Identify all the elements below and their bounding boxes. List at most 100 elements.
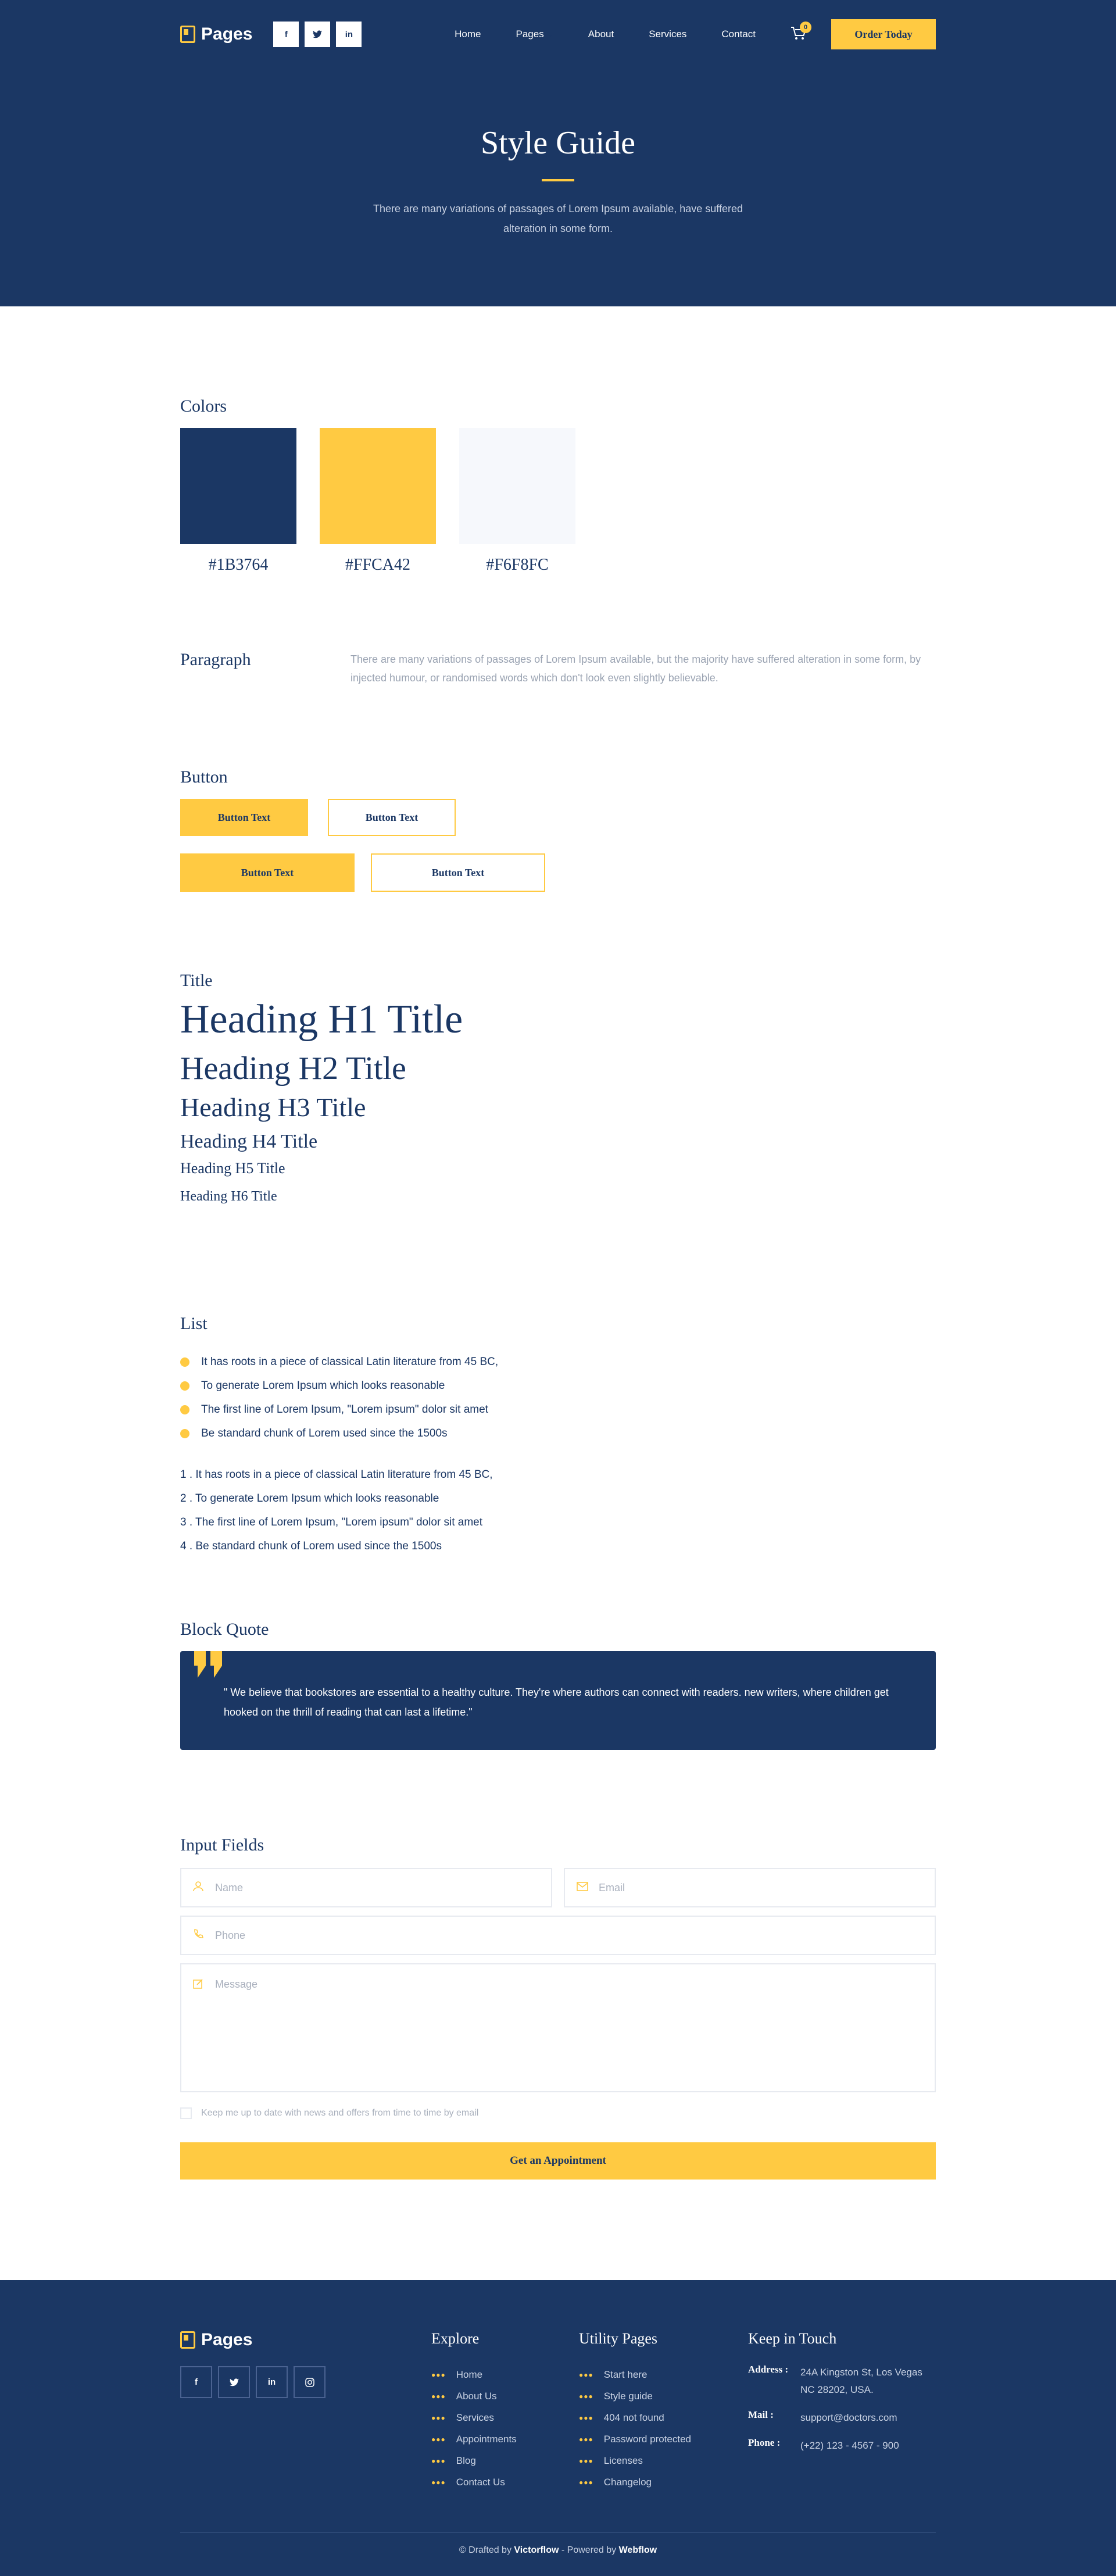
heading-h2: Heading H2 Title [180,1051,406,1087]
footer-link-label: Appointments [456,2433,517,2445]
name-placeholder: Name [215,1881,244,1893]
primary-button-large[interactable]: Button Text [180,853,355,892]
swatch-label: #F6F8FC [486,556,549,574]
footer-link[interactable]: ●●● Home [431,2364,517,2385]
facebook-icon[interactable]: f [273,22,299,47]
footer-link-label: Blog [456,2454,476,2466]
hero-section: Pages f in Home Pages ⌄ About Services Co… [0,0,1116,306]
logo-text: Pages [201,24,253,44]
instagram-icon[interactable] [294,2366,326,2398]
swatch-label: #1B3764 [208,556,269,574]
dots-icon: ●●● [579,2370,593,2379]
mail-value[interactable]: support@doctors.com [800,2409,934,2427]
heading-h5: Heading H5 Title [180,1160,285,1177]
list-section: List It has roots in a piece of classica… [180,1314,498,1564]
list-item: 2 . To generate Lorem Ipsum which looks … [180,1492,439,1505]
linkedin-icon[interactable]: in [256,2366,288,2398]
swatch-accent: #FFCA42 [320,428,436,574]
footer-link[interactable]: ●●● Style guide [579,2385,691,2407]
list-item: The first line of Lorem Ipsum, "Lorem ip… [180,1398,498,1421]
list-item-text: The first line of Lorem Ipsum, "Lorem ip… [201,1403,488,1416]
facebook-icon[interactable]: f [180,2366,212,2398]
list-item: Be standard chunk of Lorem used since th… [180,1421,498,1445]
linkedin-icon[interactable]: in [336,22,362,47]
typography-section: Title Heading H1 Title Heading H2 Title … [180,971,463,1205]
email-field[interactable]: Email [564,1868,936,1907]
cart-count-badge: 0 [800,22,811,33]
heading-h1: Heading H1 Title [180,997,463,1042]
list-item-text: To generate Lorem Ipsum which looks reas… [201,1379,445,1392]
outline-button-large[interactable]: Button Text [371,853,545,892]
footer-link-label: 404 not found [603,2411,664,2423]
list-item: It has roots in a piece of classical Lat… [180,1350,498,1374]
phone-value[interactable]: (+22) 123 - 4567 - 900 [800,2437,934,2454]
logo[interactable]: Pages [180,24,252,44]
buttons-section: Button Button Text Button Text Button Te… [180,767,545,892]
footer-link[interactable]: ●●● Changelog [579,2471,691,2493]
phone-label: Phone : [748,2437,781,2448]
footer-link[interactable]: ●●● Services [431,2407,517,2428]
footer-utility: Utility Pages ●●● Start here ●●● Style gui… [579,2330,691,2493]
bullet-list: It has roots in a piece of classical Lat… [180,1350,498,1445]
primary-button-small[interactable]: Button Text [180,799,308,836]
checkbox[interactable] [180,2107,192,2119]
newsletter-checkbox[interactable]: Keep me up to date with news and offers … [180,2107,936,2119]
list-item: To generate Lorem Ipsum which looks reas… [180,1374,498,1398]
footer-link[interactable]: ●●● Password protected [579,2428,691,2450]
dots-icon: ●●● [579,2413,593,2422]
list-item: 4 . Be standard chunk of Lorem used sinc… [180,1540,442,1552]
order-today-button[interactable]: Order Today [831,19,936,49]
input-fields-title: Input Fields [180,1835,264,1855]
typography-title: Title [180,971,213,990]
address-value: 24A Kingston St, Los Vegas NC 28202, USA… [800,2367,922,2395]
dots-icon: ●●● [431,2435,446,2443]
heading-h6: Heading H6 Title [180,1189,277,1204]
phone-icon [193,1928,206,1942]
get-appointment-button[interactable]: Get an Appointment [180,2142,936,2180]
list-title: List [180,1314,208,1333]
list-item: 1 . It has roots in a piece of classical… [180,1469,493,1481]
quote-text: " We believe that bookstores are essenti… [224,1687,889,1718]
numbered-list: 1 . It has roots in a piece of classical… [180,1469,498,1564]
footer-link[interactable]: ●●● Blog [431,2450,517,2471]
bullet-dot-icon [180,1428,189,1438]
edit-icon [193,1978,206,1992]
book-icon [180,26,195,43]
footer-link[interactable]: ●●● Appointments [431,2428,517,2450]
footer-link[interactable]: ●●● Contact Us [431,2471,517,2493]
twitter-icon[interactable] [218,2366,250,2398]
bullet-dot-icon [180,1405,189,1414]
footer-link[interactable]: ●●● Licenses [579,2450,691,2471]
page-title: Style Guide [481,125,635,161]
twitter-icon[interactable] [305,22,331,47]
swatch-label: #FFCA42 [345,556,411,574]
hero-description: There are many variations of passages of… [373,203,743,234]
header-socials: f in [273,22,362,47]
touch-title: Keep in Touch [748,2330,837,2347]
footer-link[interactable]: ●●● Start here [579,2364,691,2385]
nav-contact[interactable]: Contact [721,28,756,40]
footer: Pages f in Explore ●●● Home ●●● About Us ●… [0,2280,1116,2576]
nav-home[interactable]: Home [455,28,481,40]
nav-pages[interactable]: Pages [516,28,544,40]
footer-link[interactable]: ●●● About Us [431,2385,517,2407]
nav-about[interactable]: About [588,28,614,40]
name-field[interactable]: Name [180,1868,552,1907]
brand-link[interactable]: Victorflow [514,2545,559,2555]
list-item: 3 . The first line of Lorem Ipsum, "Lore… [180,1516,483,1528]
footer-link[interactable]: ●●● 404 not found [579,2407,691,2428]
nav-services[interactable]: Services [649,28,686,40]
explore-title: Explore [431,2330,480,2347]
message-textarea[interactable]: Message [180,1963,936,2092]
paragraph-section: Paragraph There are many variations of p… [180,650,936,687]
outline-button-small[interactable]: Button Text [328,799,456,836]
footer-explore: Explore ●●● Home ●●● About Us ●●● Services … [431,2330,517,2493]
user-icon [193,1881,206,1895]
cart-icon[interactable]: 0 [791,22,811,42]
list-item-text: Be standard chunk of Lorem used since th… [201,1427,448,1439]
footer-logo[interactable]: Pages [180,2330,252,2350]
footer-link-label: Licenses [603,2454,643,2466]
platform-link[interactable]: Webflow [619,2545,657,2555]
phone-field[interactable]: Phone [180,1916,936,1955]
paragraph-title: Paragraph [180,650,251,669]
